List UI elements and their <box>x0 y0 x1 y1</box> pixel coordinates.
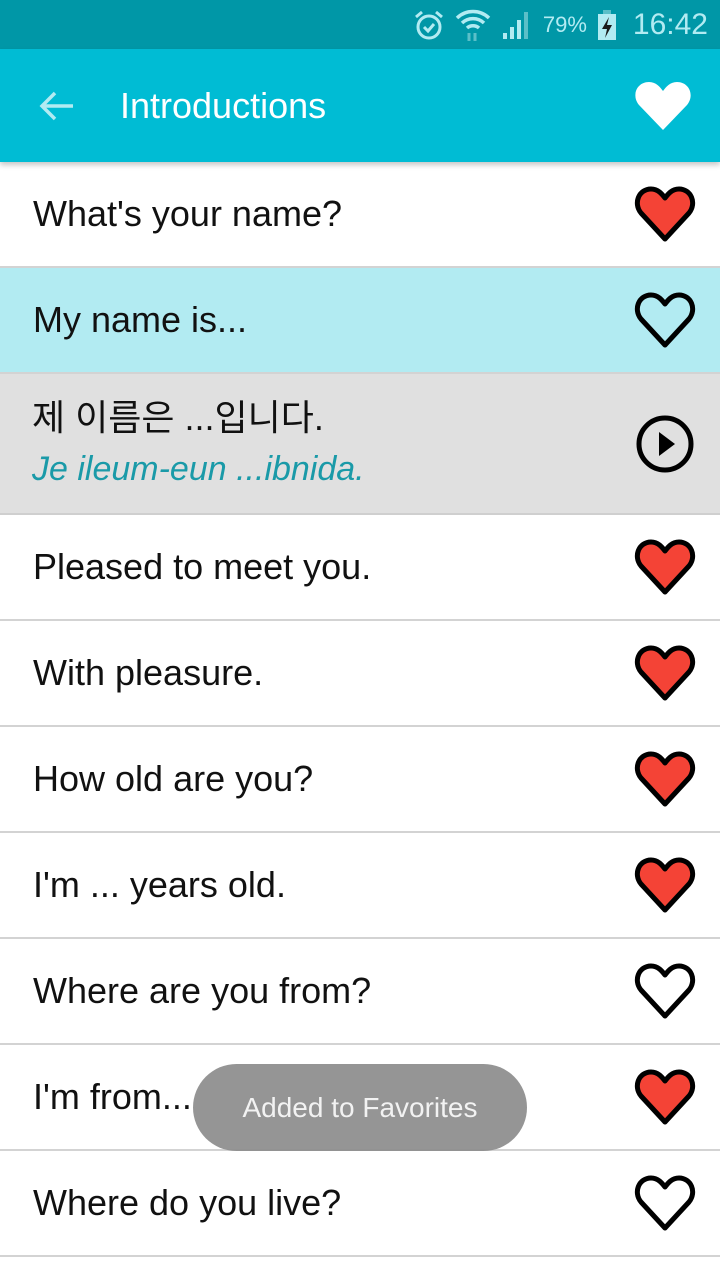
play-audio-button[interactable] <box>630 409 700 479</box>
toast-message: Added to Favorites <box>193 1064 527 1151</box>
heart-filled-icon <box>635 81 691 130</box>
back-button[interactable] <box>27 76 87 136</box>
phrase-text: What's your name? <box>33 193 343 234</box>
phrase-text: My name is... <box>33 299 248 340</box>
favorites-button[interactable] <box>628 71 698 141</box>
app-bar: Introductions <box>0 49 720 162</box>
arrow-left-icon <box>39 91 73 120</box>
favorite-toggle[interactable] <box>630 532 700 602</box>
favorite-toggle[interactable] <box>630 1062 700 1132</box>
favorite-toggle[interactable] <box>630 179 700 249</box>
favorite-toggle[interactable] <box>630 744 700 814</box>
page-title: Introductions <box>120 84 327 126</box>
favorite-toggle[interactable] <box>630 850 700 920</box>
phrase-text: Where do you live? <box>33 1182 342 1223</box>
battery-percent: 79% <box>542 11 587 37</box>
phrase-text: With pleasure. <box>33 652 264 693</box>
heart-outline-icon <box>634 292 696 348</box>
romanization: Je ileum-eun ...ibnida. <box>32 449 365 488</box>
phrase-text: I'm ... years old. <box>33 864 286 905</box>
phrase-row[interactable]: Where are you from? <box>0 939 720 1045</box>
battery-charging-icon <box>597 9 617 41</box>
favorite-toggle[interactable] <box>630 1168 700 1238</box>
heart-outline-icon <box>634 1175 696 1231</box>
play-circle-icon <box>636 415 694 472</box>
phrase-text: How old are you? <box>33 758 314 799</box>
status-bar: 79% 16:42 <box>0 0 720 49</box>
heart-filled-icon <box>634 186 696 242</box>
alarm-icon <box>413 9 445 41</box>
phrase-row-selected[interactable]: My name is... <box>0 268 720 374</box>
favorite-toggle[interactable] <box>630 638 700 708</box>
heart-filled-icon <box>634 751 696 807</box>
heart-filled-icon <box>634 645 696 701</box>
phrase-row[interactable]: Pleased to meet you. <box>0 515 720 621</box>
phrase-text: Pleased to meet you. <box>33 546 372 587</box>
phrase-row[interactable]: How old are you? <box>0 727 720 833</box>
favorite-toggle[interactable] <box>630 956 700 1026</box>
heart-filled-icon <box>634 1069 696 1125</box>
heart-filled-icon <box>634 857 696 913</box>
korean-translation: 제 이름은 ...입니다. <box>32 396 324 438</box>
heart-filled-icon <box>634 539 696 595</box>
phrase-row[interactable]: I'm ... years old. <box>0 833 720 939</box>
phrase-row[interactable]: What's your name? <box>0 162 720 268</box>
heart-outline-icon <box>634 963 696 1019</box>
phrase-row[interactable]: Where do you live? <box>0 1151 720 1257</box>
wifi-icon <box>455 8 491 42</box>
phrase-row[interactable]: With pleasure. <box>0 621 720 727</box>
phrase-detail: 제 이름은 ...입니다. Je ileum-eun ...ibnida. <box>0 374 720 515</box>
clock: 16:42 <box>632 7 708 41</box>
signal-icon <box>501 9 533 41</box>
favorite-toggle[interactable] <box>630 285 700 355</box>
phrase-text: Where are you from? <box>33 970 372 1011</box>
